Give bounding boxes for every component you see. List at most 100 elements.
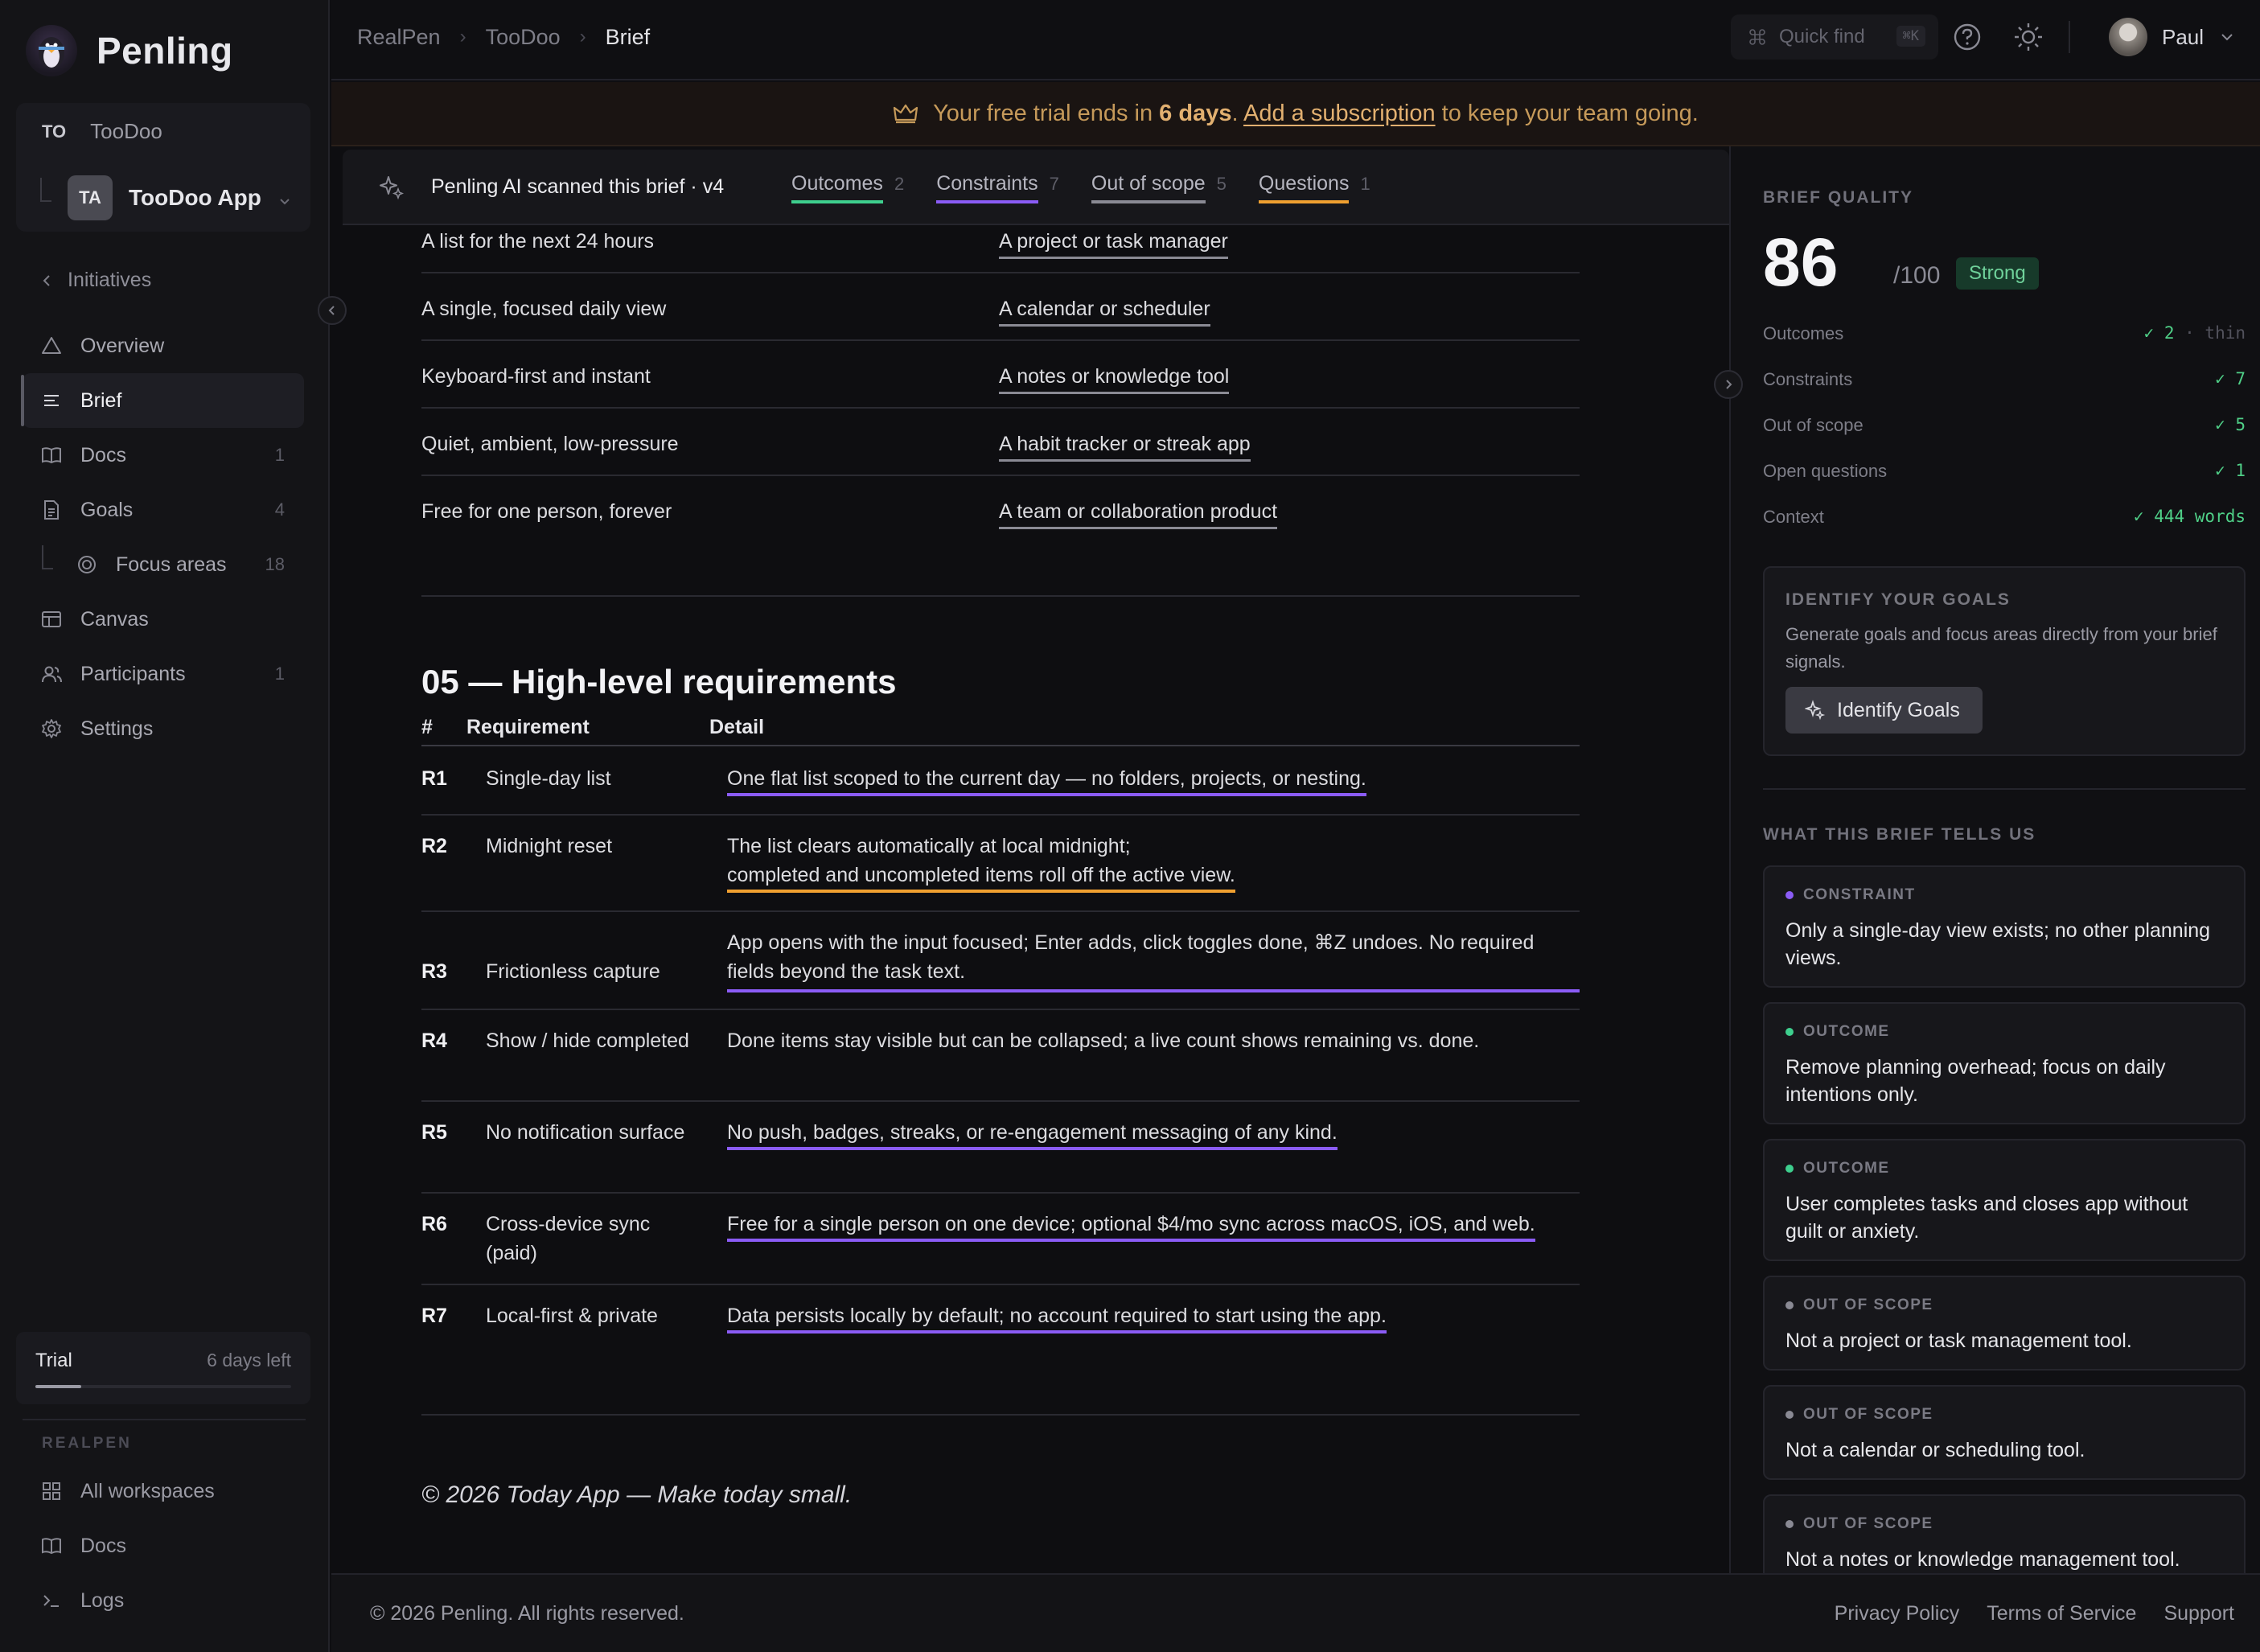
trial-card[interactable]: Trial 6 days left xyxy=(16,1332,310,1404)
scope-is-not-cell[interactable]: A calendar or scheduler xyxy=(999,298,1210,327)
tab-count: 7 xyxy=(1049,174,1059,194)
table-row: Quiet, ambient, low-pressure A habit tra… xyxy=(421,409,1580,476)
help-icon[interactable] xyxy=(1951,21,1983,53)
metric-value: ✓ 2 · thin xyxy=(2144,323,2246,343)
metric-value: ✓ 7 xyxy=(2215,369,2246,388)
sidebar-item-docs[interactable]: Docs 1 xyxy=(23,428,304,483)
trial-label: Trial xyxy=(35,1350,72,1371)
sidebar-item-brief[interactable]: Brief xyxy=(21,373,304,428)
signal-card-outcome[interactable]: OUTCOME Remove planning overhead; focus … xyxy=(1763,1002,2246,1124)
workspace-row[interactable]: TO TooDoo xyxy=(42,119,162,144)
sidebar-item-canvas[interactable]: Canvas xyxy=(23,592,304,647)
identify-goals-description: Generate goals and focus areas directly … xyxy=(1785,624,2217,672)
requirement-detail[interactable]: App opens with the input focused; Enter … xyxy=(727,928,1580,986)
expand-panel-button[interactable] xyxy=(1714,370,1743,399)
user-menu[interactable]: Paul xyxy=(2109,18,2236,56)
sidebar-item-settings[interactable]: Settings xyxy=(23,701,304,756)
privacy-policy-link[interactable]: Privacy Policy xyxy=(1835,1602,1960,1625)
identify-goals-button[interactable]: Identify Goals xyxy=(1785,687,1983,734)
breadcrumb-item-toodoo[interactable]: TooDoo xyxy=(486,25,561,50)
terms-of-service-link[interactable]: Terms of Service xyxy=(1987,1602,2136,1625)
tab-constraints[interactable]: Constraints 7 xyxy=(936,172,1059,203)
requirement-name: Local-first & private xyxy=(486,1305,658,1327)
metric-label: Open questions xyxy=(1763,461,1888,481)
signal-card-out-of-scope[interactable]: OUT OF SCOPE Not a project or task manag… xyxy=(1763,1276,2246,1371)
identify-goals-button-label: Identify Goals xyxy=(1837,698,1960,721)
signal-type-label: OUT OF SCOPE xyxy=(1803,1515,1933,1532)
table-row: R7 Local-first & private Data persists l… xyxy=(421,1285,1580,1358)
requirement-detail[interactable]: Free for a single person on one device; … xyxy=(727,1210,1580,1242)
constraint-highlight[interactable]: Data persists locally by default; no acc… xyxy=(727,1305,1387,1334)
scope-is-not-cell[interactable]: A project or task manager xyxy=(999,230,1228,259)
requirement-id: R1 xyxy=(421,767,447,790)
sidebar-item-label: Docs xyxy=(80,1534,126,1557)
sidebar-item-label: Settings xyxy=(80,717,154,740)
participants-count-badge: 1 xyxy=(274,664,285,684)
metric-value: ✓ 444 words xyxy=(2133,507,2246,526)
triangle-icon xyxy=(40,335,63,357)
sidebar-item-all-workspaces[interactable]: All workspaces xyxy=(23,1464,304,1518)
sidebar-item-global-docs[interactable]: Docs xyxy=(23,1518,304,1573)
tab-outcomes[interactable]: Outcomes 2 xyxy=(791,172,904,203)
sidebar-item-focus-areas[interactable]: Focus areas 18 xyxy=(23,537,304,592)
sidebar-item-logs[interactable]: Logs xyxy=(23,1573,304,1628)
quick-find-button[interactable]: Quick find ⌘K xyxy=(1731,14,1938,60)
requirement-detail[interactable]: No push, badges, streaks, or re-engageme… xyxy=(727,1118,1580,1150)
scope-table: A list for the next 24 hours A project o… xyxy=(421,225,1580,544)
sidebar-item-participants[interactable]: Participants 1 xyxy=(23,647,304,701)
signal-type-label: OUTCOME xyxy=(1803,1023,1890,1040)
constraint-highlight[interactable]: One flat list scoped to the current day … xyxy=(727,767,1366,796)
requirement-name: Cross-device sync (paid) xyxy=(486,1213,651,1264)
scope-is-not-cell[interactable]: A notes or knowledge tool xyxy=(999,365,1230,394)
sidebar-item-overview[interactable]: Overview xyxy=(23,318,304,373)
outcome-dot-icon xyxy=(1785,1028,1794,1036)
app-name: Penling xyxy=(97,30,233,72)
scope-is-not-cell[interactable]: A habit tracker or streak app xyxy=(999,433,1251,462)
scope-is-cell: Free for one person, forever xyxy=(421,500,672,523)
brand[interactable]: Penling xyxy=(26,23,233,79)
requirement-id: R3 xyxy=(421,960,447,983)
constraint-highlight[interactable]: Free for a single person on one device; … xyxy=(727,1213,1535,1242)
requirement-name: No notification surface xyxy=(486,1121,685,1144)
theme-toggle-sun-icon[interactable] xyxy=(2012,21,2044,53)
tab-questions[interactable]: Questions 1 xyxy=(1258,172,1370,203)
column-header-num: # xyxy=(421,716,433,738)
add-subscription-link[interactable]: Add a subscription xyxy=(1243,101,1436,126)
requirement-detail[interactable]: The list clears automatically at local m… xyxy=(727,832,1580,893)
sidebar: Penling TO TooDoo TA TooDoo App Initiati… xyxy=(0,0,330,1652)
app-row[interactable]: TA TooDoo App xyxy=(40,175,261,220)
signal-text: User completes tasks and closes app with… xyxy=(1785,1193,2188,1243)
signal-text: Not a notes or knowledge management tool… xyxy=(1785,1548,2180,1571)
sidebar-item-label: Participants xyxy=(80,662,186,685)
requirement-detail[interactable]: One flat list scoped to the current day … xyxy=(727,764,1580,796)
quality-label: BRIEF QUALITY xyxy=(1763,188,1913,207)
collapse-sidebar-button[interactable] xyxy=(318,296,347,325)
workspace-switcher[interactable]: TO TooDoo TA TooDoo App xyxy=(16,103,310,232)
scope-is-not-cell[interactable]: A team or collaboration product xyxy=(999,500,1278,529)
docs-count-badge: 1 xyxy=(274,445,285,465)
chevron-down-icon[interactable] xyxy=(277,193,293,209)
breadcrumb-item-realpen[interactable]: RealPen xyxy=(357,25,441,50)
signal-type-label: CONSTRAINT xyxy=(1803,886,1916,903)
requirement-detail[interactable]: Data persists locally by default; no acc… xyxy=(727,1301,1580,1334)
signal-card-outcome[interactable]: OUTCOME User completes tasks and closes … xyxy=(1763,1139,2246,1261)
tab-out-of-scope[interactable]: Out of scope 5 xyxy=(1091,172,1227,203)
question-highlight[interactable]: completed and uncompleted items roll off… xyxy=(727,864,1235,893)
signal-card-out-of-scope[interactable]: OUT OF SCOPE Not a notes or knowledge ma… xyxy=(1763,1494,2246,1573)
signal-card-out-of-scope[interactable]: OUT OF SCOPE Not a calendar or schedulin… xyxy=(1763,1385,2246,1480)
quick-find-shortcut: ⌘K xyxy=(1896,26,1925,47)
signals-title: WHAT THIS BRIEF TELLS US xyxy=(1763,825,2036,844)
signal-text: Only a single-day view exists; no other … xyxy=(1785,919,2211,969)
support-link[interactable]: Support xyxy=(2163,1602,2234,1625)
workspace-abbr: TO xyxy=(42,121,67,142)
signal-card-constraint[interactable]: CONSTRAINT Only a single-day view exists… xyxy=(1763,865,2246,988)
out-of-scope-dot-icon xyxy=(1785,1301,1794,1309)
tab-label: Outcomes xyxy=(791,172,883,203)
gear-icon xyxy=(40,717,63,740)
back-to-initiatives-link[interactable]: Initiatives xyxy=(40,269,151,292)
signal-text: Not a project or task management tool. xyxy=(1785,1329,2132,1352)
metric-open-questions: Open questions ✓ 1 xyxy=(1763,461,2246,493)
sidebar-item-label: Brief xyxy=(80,388,122,412)
sidebar-item-goals[interactable]: Goals 4 xyxy=(23,483,304,537)
constraint-highlight[interactable]: No push, badges, streaks, or re-engageme… xyxy=(727,1121,1338,1150)
